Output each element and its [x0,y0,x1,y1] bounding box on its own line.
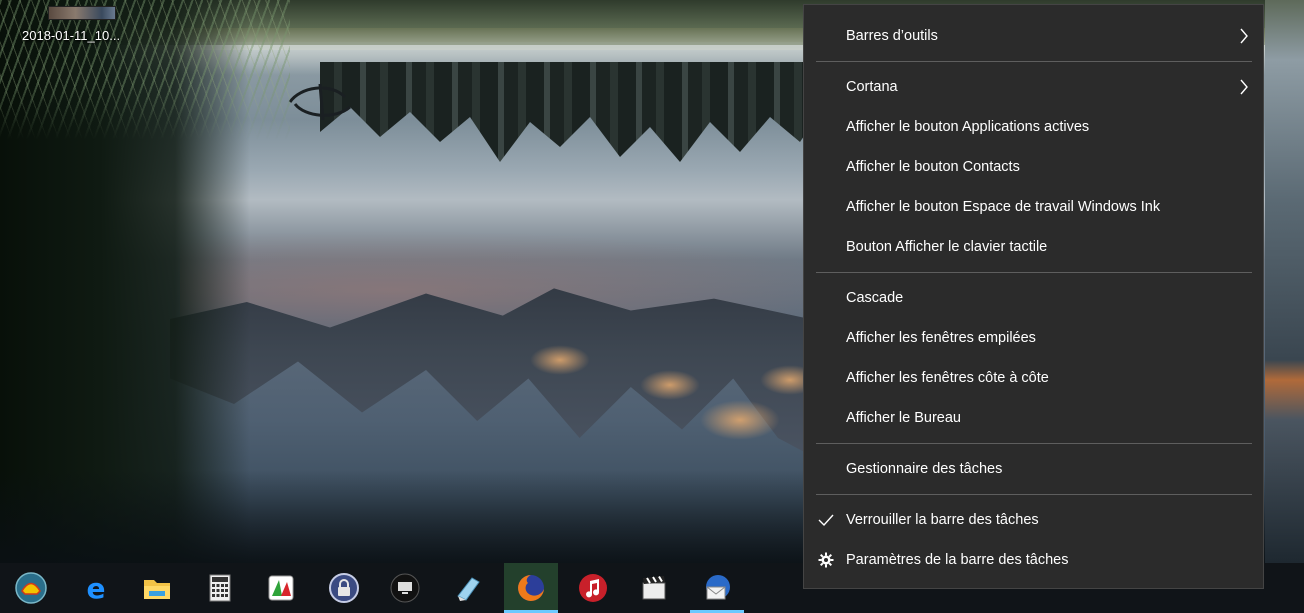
checkmark-icon [818,514,834,527]
taskbar-lock-app[interactable] [317,563,371,613]
remote-desktop-icon [390,573,420,603]
menu-item-show-task-view[interactable]: Afficher le bouton Applications actives [804,107,1263,147]
menu-item-label: Verrouiller la barre des tâches [846,512,1039,528]
menu-item-label: Bouton Afficher le clavier tactile [846,239,1048,255]
desktop-file-label: 2018-01-11_10... [22,28,121,43]
menu-item-task-manager[interactable]: Gestionnaire des tâches [804,449,1263,489]
menu-item-side-by-side[interactable]: Afficher les fenêtres côte à côte [804,358,1263,398]
menu-item-taskbar-settings[interactable]: Paramètres de la barre des tâches [804,540,1263,580]
mail-client-icon [706,575,730,600]
menu-item-label: Cortana [846,79,898,95]
taskbar-remote-desktop[interactable] [378,563,432,613]
menu-item-show-contacts[interactable]: Afficher le bouton Contacts [804,147,1263,187]
menu-item-show-desktop[interactable]: Afficher le Bureau [804,398,1263,438]
taskbar-firefox[interactable] [504,563,558,613]
sunlit-peak [640,370,700,400]
chevron-right-icon [1240,79,1248,95]
menu-item-toolbars[interactable]: Barres d’outils [804,16,1263,56]
menu-item-lock-taskbar[interactable]: Verrouiller la barre des tâches [804,500,1263,540]
branch-reflection [288,83,351,121]
menu-item-label: Paramètres de la barre des tâches [846,552,1069,568]
menu-item-stacked[interactable]: Afficher les fenêtres empilées [804,318,1263,358]
menu-item-label: Cascade [846,290,904,306]
menu-item-label: Afficher le bouton Contacts [846,159,1020,175]
file-explorer-icon [144,580,170,599]
desktop-file-icon[interactable]: 2018-01-11_10... [14,2,134,46]
menu-item-label: Afficher les fenêtres côte à côte [846,370,1049,386]
menu-item-label: Afficher le bouton Applications actives [846,119,1090,135]
video-clapper-icon [642,575,666,600]
start-shell-icon [15,572,47,604]
taskbar-notepad[interactable] [441,563,495,613]
svg-text:e: e [87,572,106,604]
menu-separator [816,494,1252,495]
app-tricolor-icon [268,575,294,601]
menu-item-label: Afficher le Bureau [846,410,961,426]
menu-separator [816,272,1252,273]
start-button[interactable] [4,563,58,613]
menu-item-show-windows-ink[interactable]: Afficher le bouton Espace de travail Win… [804,187,1263,227]
menu-item-label: Gestionnaire des tâches [846,461,1003,477]
menu-separator [816,443,1252,444]
menu-item-touch-keyboard[interactable]: Bouton Afficher le clavier tactile [804,227,1263,267]
taskbar-video[interactable] [627,563,681,613]
taskbar-edge[interactable]: e [69,563,123,613]
menu-separator [816,61,1252,62]
gear-icon [818,552,834,568]
music-player-icon [579,574,607,602]
menu-item-label: Barres d’outils [846,28,938,44]
menu-item-label: Afficher les fenêtres empilées [846,330,1036,346]
menu-item-label: Afficher le bouton Espace de travail Win… [846,199,1161,215]
calculator-icon [209,574,231,602]
taskbar-app-tricolor[interactable] [254,563,308,613]
taskbar-mail-client[interactable] [690,563,744,613]
taskbar-calculator[interactable] [193,563,247,613]
taskbar-music-player[interactable] [566,563,620,613]
chevron-right-icon [1240,28,1248,44]
menu-item-cascade[interactable]: Cascade [804,278,1263,318]
sunlit-peak [700,400,780,440]
sunlit-peak [530,345,590,375]
lock-app-icon [329,573,359,603]
screenshot-thumbnail-icon [48,6,116,20]
notepad-pen-icon [457,577,480,601]
menu-item-cortana[interactable]: Cortana [804,67,1263,107]
wallpaper-right-edge [1265,0,1304,563]
firefox-icon [518,575,544,601]
edge-icon: e [87,572,106,604]
taskbar-file-explorer[interactable] [130,563,184,613]
taskbar-context-menu: Barres d’outils Cortana Afficher le bout… [803,4,1264,589]
